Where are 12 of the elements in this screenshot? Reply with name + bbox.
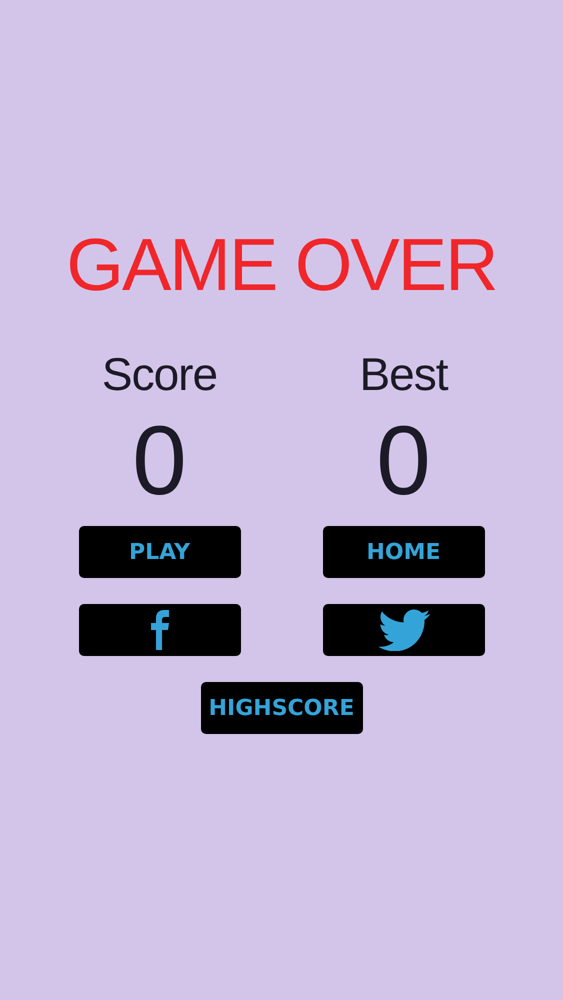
share-button[interactable] <box>322 604 484 656</box>
game-over-title: GAME OVER <box>66 228 497 302</box>
stat-label: Best <box>359 348 448 400</box>
facebook-icon <box>150 610 168 650</box>
menu-button[interactable]: HOME <box>322 526 484 578</box>
menu-button[interactable]: HIGHSCORE <box>200 682 362 734</box>
stat-value: 0 <box>132 410 187 510</box>
stat-label: Score <box>102 348 218 400</box>
bird-icon <box>378 609 430 651</box>
menu-button[interactable]: PLAY <box>78 526 240 578</box>
stat-value: 0 <box>376 410 431 510</box>
share-button[interactable] <box>78 604 240 656</box>
